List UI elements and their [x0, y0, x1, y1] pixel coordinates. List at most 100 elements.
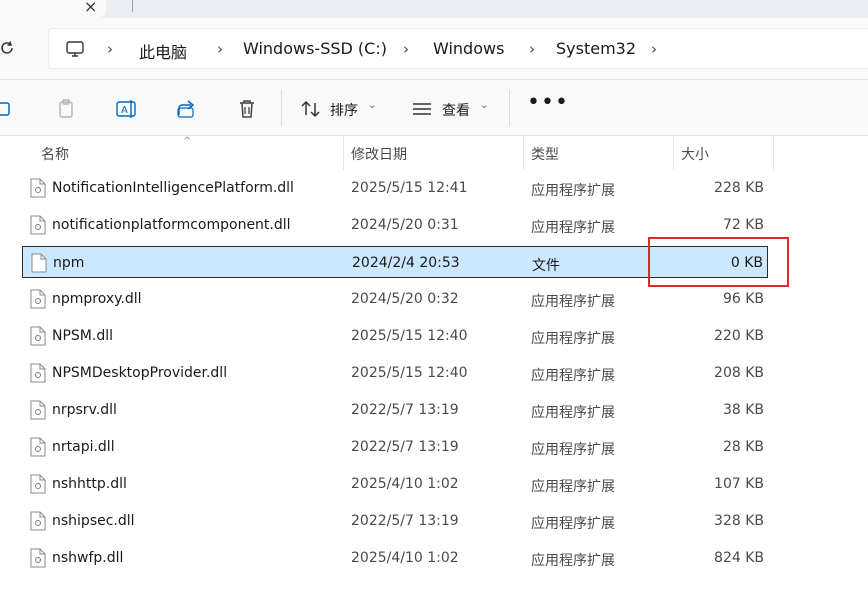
dll-file-icon	[30, 326, 46, 346]
file-name: npm	[53, 255, 85, 271]
breadcrumb-chevron-icon[interactable]: ›	[529, 40, 535, 58]
file-row[interactable]: npmproxy.dll 2024/5/20 0:32 应用程序扩展 96 KB	[22, 283, 768, 315]
active-tab[interactable]: ×	[0, 0, 106, 18]
breadcrumb-item-system32[interactable]: System32	[556, 39, 636, 58]
dll-file-icon	[30, 178, 46, 198]
file-date: 2022/5/7 13:19	[351, 513, 459, 529]
file-name: NPSMDesktopProvider.dll	[52, 365, 228, 381]
file-name: nrtapi.dll	[52, 439, 115, 455]
breadcrumb-chevron-icon[interactable]: ›	[107, 40, 113, 58]
breadcrumb-item-this-pc[interactable]: 此电脑	[139, 39, 187, 63]
sort-icon[interactable]	[299, 97, 323, 121]
file-date: 2025/5/15 12:40	[351, 365, 468, 381]
svg-text:A: A	[121, 105, 128, 116]
file-size: 328 KB	[714, 513, 764, 529]
delete-icon[interactable]	[235, 97, 259, 121]
file-type: 文件	[532, 258, 560, 274]
paste-icon[interactable]	[55, 97, 79, 121]
file-type: 应用程序扩展	[531, 294, 615, 310]
file-size: 824 KB	[714, 550, 764, 566]
highlight-annotation	[648, 237, 789, 287]
dll-file-icon	[30, 437, 46, 457]
sort-button-label[interactable]: 排序	[330, 100, 358, 120]
file-name: nrpsrv.dll	[52, 402, 117, 418]
file-name: NotificationIntelligencePlatform.dll	[52, 180, 294, 196]
file-date: 2024/5/20 0:31	[351, 217, 459, 233]
file-row[interactable]: NPSM.dll 2025/5/15 12:40 应用程序扩展 220 KB	[22, 320, 768, 352]
file-type: 应用程序扩展	[531, 442, 615, 458]
tab-strip: ×	[0, 0, 868, 18]
column-divider[interactable]	[523, 136, 524, 170]
file-size: 28 KB	[722, 439, 764, 455]
view-button-label[interactable]: 查看	[442, 100, 470, 120]
sort-ascending-icon: ^	[183, 136, 192, 147]
breadcrumb-item-drive[interactable]: Windows-SSD (C:)	[243, 39, 387, 58]
file-row[interactable]: NPSMDesktopProvider.dll 2025/5/15 12:40 …	[22, 357, 768, 389]
address-bar[interactable]: › 此电脑 › Windows-SSD (C:) › Windows › Sys…	[48, 28, 868, 69]
close-tab-icon[interactable]: ×	[84, 0, 97, 16]
file-date: 2024/2/4 20:53	[352, 255, 460, 271]
file-size: 228 KB	[714, 180, 764, 196]
breadcrumb-chevron-icon[interactable]: ›	[403, 40, 409, 58]
file-size: 220 KB	[714, 328, 764, 344]
file-date: 2025/4/10 1:02	[351, 476, 459, 492]
file-name: nshhttp.dll	[52, 476, 127, 492]
column-type[interactable]: 类型	[531, 144, 559, 164]
file-row[interactable]: nrtapi.dll 2022/5/7 13:19 应用程序扩展 28 KB	[22, 431, 768, 463]
file-size: 72 KB	[722, 217, 764, 233]
dll-file-icon	[30, 511, 46, 531]
breadcrumb-chevron-icon[interactable]: ›	[651, 40, 657, 58]
file-name: nshipsec.dll	[52, 513, 135, 529]
column-name[interactable]: 名称	[41, 144, 69, 164]
column-divider[interactable]	[773, 136, 774, 170]
share-icon[interactable]	[175, 97, 199, 121]
file-type: 应用程序扩展	[531, 183, 615, 199]
refresh-icon[interactable]	[0, 38, 17, 58]
toolbar-separator	[281, 90, 282, 126]
breadcrumb-chevron-icon[interactable]: ›	[217, 40, 223, 58]
file-type: 应用程序扩展	[531, 479, 615, 495]
file-type: 应用程序扩展	[531, 220, 615, 236]
dll-file-icon	[30, 400, 46, 420]
file-size: 96 KB	[722, 291, 764, 307]
file-date: 2022/5/7 13:19	[351, 402, 459, 418]
dll-file-icon	[30, 474, 46, 494]
file-row[interactable]: NotificationIntelligencePlatform.dll 202…	[22, 172, 768, 204]
file-type: 应用程序扩展	[531, 405, 615, 421]
dll-file-icon	[30, 548, 46, 568]
breadcrumb-item-windows[interactable]: Windows	[433, 39, 504, 58]
file-type: 应用程序扩展	[531, 331, 615, 347]
file-row[interactable]: nshwfp.dll 2025/4/10 1:02 应用程序扩展 824 KB	[22, 542, 768, 574]
chevron-down-icon[interactable]: ⌄	[368, 100, 376, 111]
file-date: 2025/4/10 1:02	[351, 550, 459, 566]
file-row[interactable]: nshhttp.dll 2025/4/10 1:02 应用程序扩展 107 KB	[22, 468, 768, 500]
file-date: 2024/5/20 0:32	[351, 291, 459, 307]
column-divider[interactable]	[673, 136, 674, 170]
column-date[interactable]: 修改日期	[351, 144, 407, 164]
rename-icon[interactable]: A	[114, 97, 138, 121]
file-name: nshwfp.dll	[52, 550, 124, 566]
column-divider[interactable]	[343, 136, 344, 170]
file-name: NPSM.dll	[52, 328, 113, 344]
blank-file-icon	[31, 253, 47, 273]
tab-separator	[132, 0, 133, 12]
chevron-down-icon[interactable]: ⌄	[480, 100, 488, 111]
more-options-icon[interactable]: •••	[527, 90, 569, 115]
command-bar: A 排序 ⌄ 查看 ⌄ •••	[0, 80, 868, 136]
file-name: notificationplatformcomponent.dll	[52, 217, 291, 233]
view-icon[interactable]	[410, 97, 434, 121]
dll-file-icon	[30, 363, 46, 383]
file-row[interactable]: nrpsrv.dll 2022/5/7 13:19 应用程序扩展 38 KB	[22, 394, 768, 426]
computer-icon[interactable]	[65, 39, 85, 59]
file-date: 2025/5/15 12:41	[351, 180, 468, 196]
column-header: ^ 名称 修改日期 类型 大小	[0, 136, 868, 170]
dll-file-icon	[30, 289, 46, 309]
copy-icon[interactable]	[0, 97, 16, 121]
file-type: 应用程序扩展	[531, 553, 615, 569]
file-size: 208 KB	[714, 365, 764, 381]
column-size[interactable]: 大小	[681, 144, 709, 164]
file-row[interactable]: nshipsec.dll 2022/5/7 13:19 应用程序扩展 328 K…	[22, 505, 768, 537]
file-name: npmproxy.dll	[52, 291, 142, 307]
file-type: 应用程序扩展	[531, 368, 615, 384]
file-date: 2022/5/7 13:19	[351, 439, 459, 455]
